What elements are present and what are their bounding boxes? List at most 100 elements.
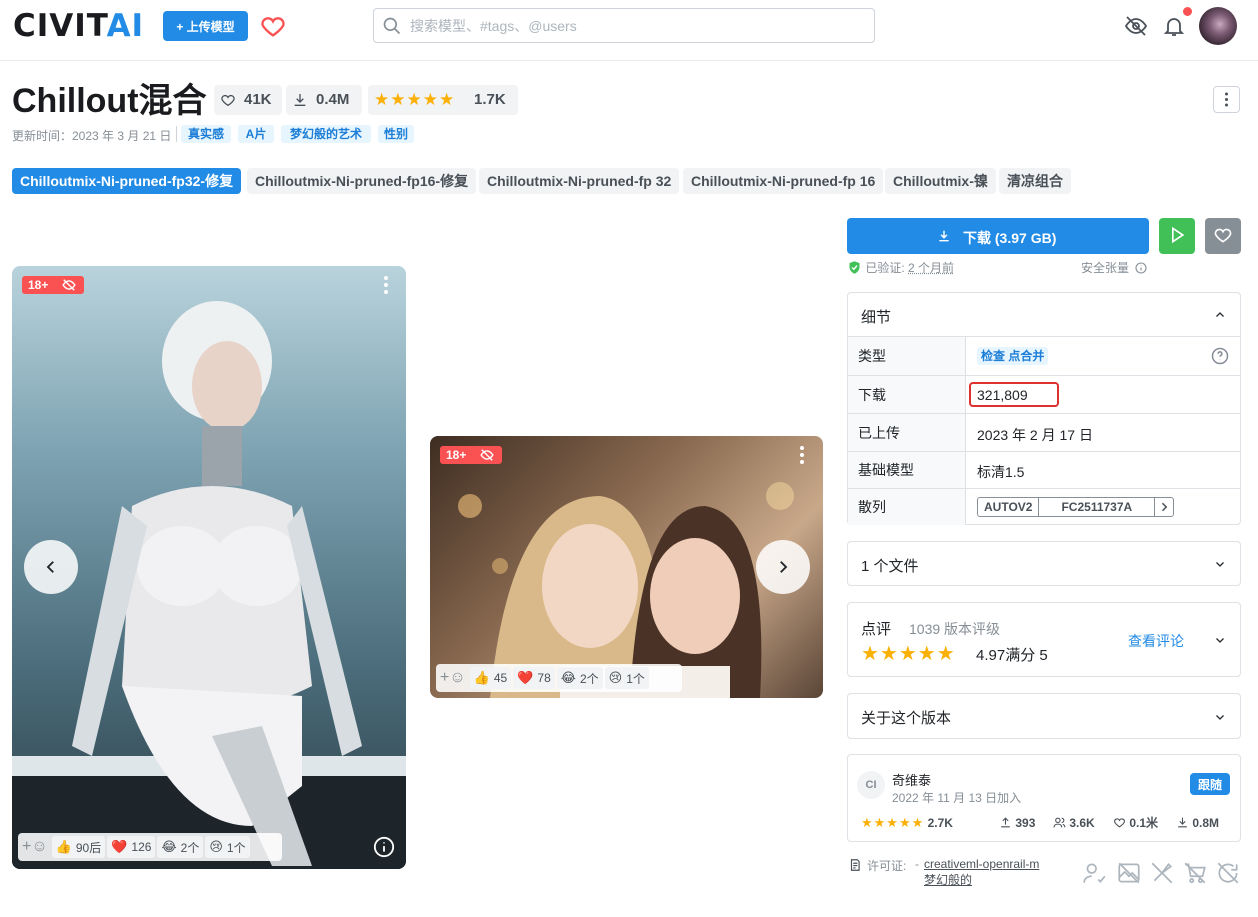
no-credit-icon[interactable]: [1082, 860, 1108, 886]
updated-date: 更新时间：2023 年 3 月 21 日: [12, 129, 172, 143]
favorite-button[interactable]: [1205, 218, 1241, 254]
image-card-1[interactable]: 18+ +☺ 👍 90后 ❤️ 126 😂 2个 😢 1个: [12, 266, 406, 869]
more-options-button[interactable]: [1213, 86, 1240, 113]
chevron-down-icon: [1216, 638, 1224, 643]
image-menu-icon[interactable]: [384, 276, 388, 297]
review-stars: ★★★★★: [861, 643, 956, 665]
add-reaction-icon[interactable]: +☺: [440, 669, 466, 687]
cry-count: 1个: [226, 840, 246, 855]
nsfw-label: 18+: [28, 278, 49, 292]
users-icon: [1053, 817, 1066, 828]
no-sell-model-icon[interactable]: [1182, 860, 1208, 886]
files-panel[interactable]: 1 个文件: [847, 541, 1241, 586]
reaction-heart[interactable]: ❤️ 78: [513, 667, 555, 689]
image-card-2[interactable]: 18+ +☺ 👍 45 ❤️ 78 😂 2个 😢 1个: [430, 436, 823, 698]
heart-emoji: ❤️: [111, 839, 128, 854]
no-merge-icon[interactable]: [1215, 860, 1241, 886]
add-reaction-icon[interactable]: +☺: [22, 838, 48, 856]
hash-chip[interactable]: AUTOV2 FC2511737A: [977, 497, 1175, 517]
creator-avatar[interactable]: CI: [857, 771, 885, 799]
detail-row-uploaded: 已上传 2023 年 2 月 17 日: [848, 413, 1240, 451]
reviews-panel[interactable]: 点评 1039 版本评级 ★★★★★ 4.97满分 5 查看评论: [847, 602, 1241, 677]
nsfw-label: 18+: [446, 448, 467, 462]
search-input[interactable]: [410, 15, 850, 37]
version-tab-fp32-fix[interactable]: Chilloutmix-Ni-pruned-fp32-修复: [12, 168, 242, 194]
info-icon[interactable]: [373, 836, 395, 858]
laugh-emoji: 😂: [161, 839, 177, 854]
creator-likes: 0.1米: [1113, 815, 1158, 831]
next-image-button[interactable]: [756, 540, 810, 594]
chevron-up-icon[interactable]: [1214, 309, 1226, 321]
rating-stars: ★★★★★: [374, 90, 456, 109]
tag-fantasy-art[interactable]: 梦幻般的艺术: [281, 125, 371, 143]
reaction-cry[interactable]: 😢 1个: [604, 667, 649, 689]
play-icon: [1172, 226, 1185, 243]
tag-realistic[interactable]: 真实感: [181, 125, 231, 143]
reaction-like[interactable]: 👍 45: [469, 667, 512, 689]
reviews-heading: 点评: [861, 621, 892, 638]
followers-count: 3.6K: [1069, 816, 1095, 830]
user-avatar[interactable]: [1199, 7, 1237, 45]
help-icon[interactable]: [1211, 347, 1229, 365]
search-box: [373, 8, 875, 43]
upload-model-button[interactable]: + 上传模型: [163, 11, 248, 41]
hash-type: AUTOV2: [978, 498, 1040, 516]
no-sell-images-icon[interactable]: [1116, 860, 1142, 886]
eye-off-icon: [480, 449, 494, 461]
tag-adult[interactable]: A片: [238, 125, 274, 143]
details-panel: 细节 类型 检查 点合并 下载 321,809 已上传 2023 年 2 月 1…: [847, 292, 1241, 525]
chevron-right-icon[interactable]: [1155, 498, 1173, 516]
chevron-right-icon: [780, 561, 788, 573]
creator-name[interactable]: 奇维泰: [892, 770, 931, 789]
version-tab-fp32[interactable]: Chilloutmix-Ni-pruned-fp 32: [479, 168, 680, 194]
image-menu-icon[interactable]: [800, 446, 804, 467]
info-icon[interactable]: [1135, 262, 1147, 274]
safetensor-label: 安全张量: [1081, 260, 1147, 276]
logo-text-ai: AI: [106, 8, 145, 44]
nsfw-badge[interactable]: 18+: [440, 446, 502, 464]
likes-chip[interactable]: 41K: [214, 85, 282, 115]
reaction-laugh[interactable]: 😂 2个: [157, 836, 204, 858]
reaction-cry[interactable]: 😢 1个: [205, 836, 250, 858]
follow-button[interactable]: 跟随: [1190, 773, 1230, 795]
download-icon: [1178, 817, 1187, 828]
laugh-emoji: 😂: [560, 670, 576, 685]
uploaded-value: 2023 年 2 月 17 日: [977, 427, 1093, 443]
reaction-heart[interactable]: ❤️ 126: [107, 836, 156, 858]
reaction-like[interactable]: 👍 90后: [51, 836, 106, 858]
prev-image-button[interactable]: [24, 540, 78, 594]
eye-off-icon[interactable]: [1124, 14, 1148, 38]
details-heading[interactable]: 细节: [861, 306, 891, 327]
version-tab-fp16-fix[interactable]: Chilloutmix-Ni-pruned-fp16-修复: [247, 168, 477, 194]
laugh-count: 2个: [579, 671, 599, 686]
download-icon: [939, 230, 949, 242]
version-tab-fp16[interactable]: Chilloutmix-Ni-pruned-fp 16: [683, 168, 884, 194]
license-link[interactable]: creativeml-openrail-m: [924, 857, 1039, 871]
civitai-logo[interactable]: CIVITAI: [13, 8, 145, 44]
upload-icon: [1001, 817, 1010, 828]
heart-icon[interactable]: [259, 12, 287, 40]
run-model-button[interactable]: [1159, 218, 1195, 254]
version-tab-ni[interactable]: Chilloutmix-镍: [885, 168, 996, 194]
verified-label: 已验证:: [865, 261, 905, 275]
heart-outline-icon: [221, 94, 235, 107]
download-button[interactable]: 下载 (3.97 GB): [847, 218, 1149, 254]
tag-gender[interactable]: 性别: [378, 125, 414, 143]
reaction-bar: +☺ 👍 90后 ❤️ 126 😂 2个 😢 1个: [18, 833, 282, 861]
bell-icon[interactable]: [1162, 14, 1186, 38]
rating-chip[interactable]: ★★★★★ 1.7K: [368, 85, 518, 115]
base-model-value: 标清1.5: [977, 464, 1025, 480]
about-version-panel[interactable]: 关于这个版本: [847, 693, 1241, 739]
like-emoji: 👍: [55, 839, 72, 854]
no-run-icon[interactable]: [1149, 860, 1175, 886]
version-tab-chillout-mix[interactable]: 清凉组合: [999, 168, 1071, 194]
reaction-bar: +☺ 👍 45 ❤️ 78 😂 2个 😢 1个: [436, 664, 682, 692]
view-reviews-link[interactable]: 查看评论: [1128, 631, 1184, 651]
like-count: 45: [493, 671, 508, 685]
reaction-laugh[interactable]: 😂 2个: [556, 667, 603, 689]
hash-value: FC2511737A: [1039, 498, 1156, 516]
nsfw-badge[interactable]: 18+: [22, 276, 84, 294]
cry-count: 1个: [626, 671, 645, 686]
type-value[interactable]: 检查 点合并: [977, 347, 1049, 365]
license-sub-link[interactable]: 梦幻般的: [924, 871, 972, 888]
